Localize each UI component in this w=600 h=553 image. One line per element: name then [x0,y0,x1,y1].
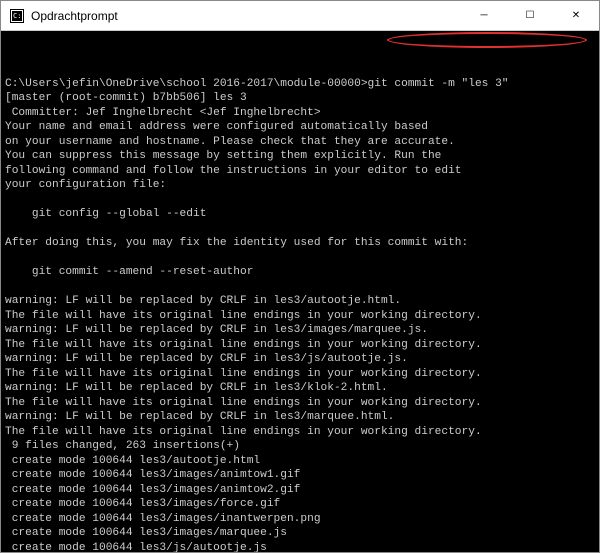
terminal-line: create mode 100644 les3/images/inantwerp… [5,512,595,527]
maximize-button[interactable]: ☐ [507,1,553,30]
terminal-line: create mode 100644 les3/images/marquee.j… [5,526,595,541]
terminal-line: The file will have its original line end… [5,338,595,353]
close-button[interactable]: ✕ [553,1,599,30]
terminal-line: warning: LF will be replaced by CRLF in … [5,323,595,338]
command-prompt-window: C: Opdrachtprompt ─ ☐ ✕ C:\Users\jefin\O… [0,0,600,553]
terminal-line: 9 files changed, 263 insertions(+) [5,439,595,454]
terminal-line: The file will have its original line end… [5,396,595,411]
terminal-line: create mode 100644 les3/js/autootje.js [5,541,595,553]
minimize-button[interactable]: ─ [461,1,507,30]
terminal-line [5,62,595,77]
terminal-line: warning: LF will be replaced by CRLF in … [5,381,595,396]
titlebar[interactable]: C: Opdrachtprompt ─ ☐ ✕ [1,1,599,31]
terminal-line [5,193,595,208]
terminal-line: Your name and email address were configu… [5,120,595,135]
terminal-line: create mode 100644 les3/autootje.html [5,454,595,469]
window-controls: ─ ☐ ✕ [461,1,599,30]
terminal-line: The file will have its original line end… [5,425,595,440]
terminal-line: on your username and hostname. Please ch… [5,135,595,150]
terminal-line [5,222,595,237]
terminal-output[interactable]: C:\Users\jefin\OneDrive\school 2016-2017… [1,31,599,552]
terminal-line: following command and follow the instruc… [5,164,595,179]
terminal-line: warning: LF will be replaced by CRLF in … [5,410,595,425]
cmd-icon: C: [9,8,25,24]
terminal-line: The file will have its original line end… [5,309,595,324]
terminal-line: C:\Users\jefin\OneDrive\school 2016-2017… [5,77,595,92]
terminal-line: warning: LF will be replaced by CRLF in … [5,294,595,309]
terminal-line: your configuration file: [5,178,595,193]
terminal-line [5,251,595,266]
terminal-line: git commit --amend --reset-author [5,265,595,280]
terminal-line: After doing this, you may fix the identi… [5,236,595,251]
terminal-line: create mode 100644 les3/images/animtow2.… [5,483,595,498]
window-title: Opdrachtprompt [31,9,461,23]
terminal-line: warning: LF will be replaced by CRLF in … [5,352,595,367]
terminal-line: [master (root-commit) b7bb506] les 3 [5,91,595,106]
svg-text:C:: C: [13,12,21,20]
annotation-ellipse [387,32,587,48]
terminal-line: You can suppress this message by setting… [5,149,595,164]
terminal-line: The file will have its original line end… [5,367,595,382]
terminal-line: Committer: Jef Inghelbrecht <Jef Inghelb… [5,106,595,121]
terminal-line [5,280,595,295]
terminal-line: create mode 100644 les3/images/animtow1.… [5,468,595,483]
terminal-line: create mode 100644 les3/images/force.gif [5,497,595,512]
terminal-line: git config --global --edit [5,207,595,222]
